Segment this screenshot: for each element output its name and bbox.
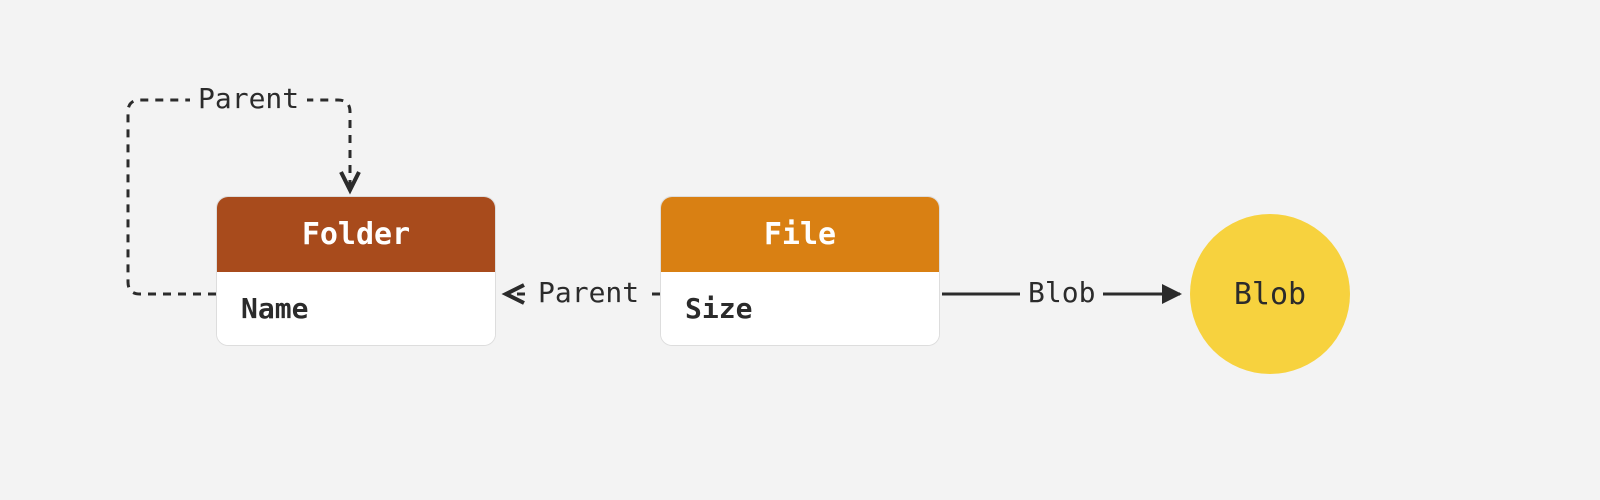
- entity-file-field-size: Size: [661, 272, 939, 345]
- entity-file: File Size: [660, 196, 940, 346]
- entity-file-title: File: [661, 197, 939, 272]
- node-blob-label: Blob: [1234, 277, 1306, 312]
- entity-folder-title: Folder: [217, 197, 495, 272]
- entity-folder: Folder Name: [216, 196, 496, 346]
- entity-folder-field-name: Name: [217, 272, 495, 345]
- node-blob: Blob: [1190, 214, 1350, 374]
- edge-label-file-to-folder: Parent: [530, 276, 647, 309]
- edge-label-file-to-blob: Blob: [1020, 276, 1103, 309]
- edge-label-folder-self: Parent: [190, 82, 307, 115]
